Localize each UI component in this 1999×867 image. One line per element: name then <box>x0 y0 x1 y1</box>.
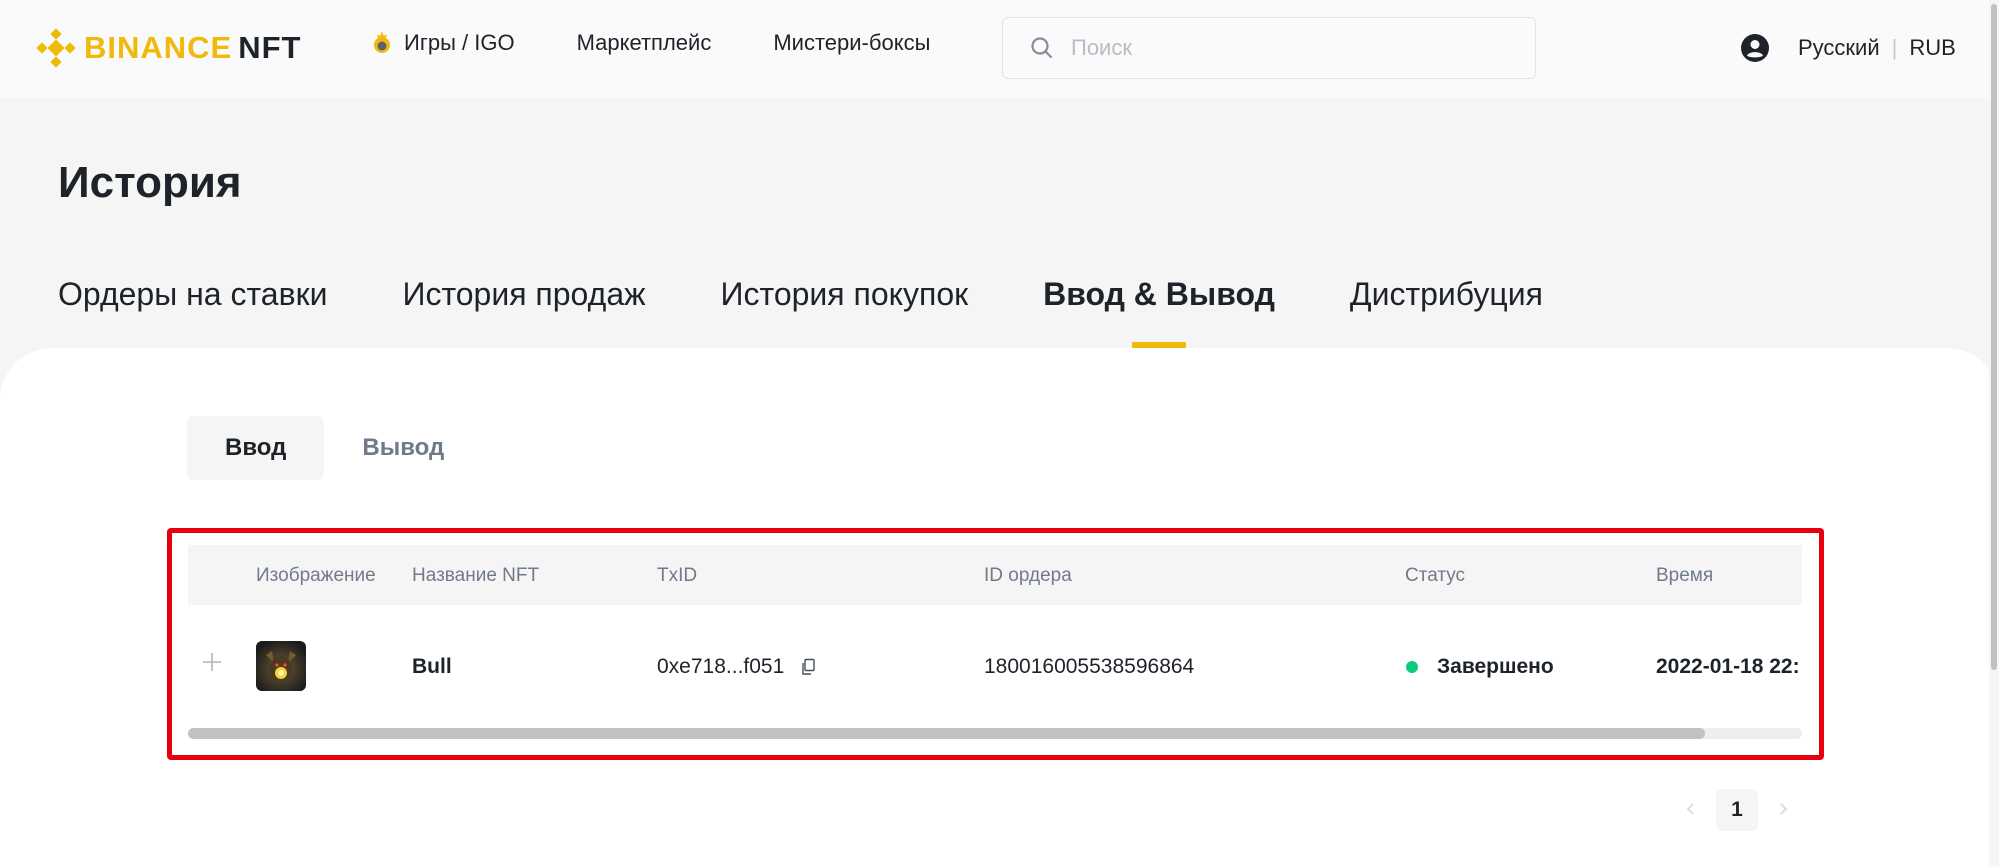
main-nav: Игры / IGO Маркетплейс Мистери-боксы <box>370 30 992 56</box>
subtab-withdraw[interactable]: Вывод <box>324 416 482 480</box>
binance-nft-logo[interactable]: BINANCE NFT <box>36 28 302 68</box>
search-input[interactable] <box>1071 35 1511 61</box>
nav-item-mystery-boxes[interactable]: Мистери-боксы <box>773 30 930 56</box>
tab-deposit-withdraw[interactable]: Ввод & Вывод <box>1043 276 1275 348</box>
history-tabs: Ордеры на ставки История продаж История … <box>58 276 1618 348</box>
binance-logo-icon <box>36 28 76 68</box>
nav-item-games-igo[interactable]: Игры / IGO <box>370 30 515 56</box>
search-box[interactable] <box>1002 17 1536 79</box>
igo-flame-icon <box>374 31 390 53</box>
scrollbar-thumb[interactable] <box>1991 4 1997 670</box>
search-icon <box>1031 37 1053 59</box>
page-title: История <box>58 158 242 207</box>
tab-bid-orders[interactable]: Ордеры на ставки <box>58 276 327 348</box>
tab-sales-history[interactable]: История продаж <box>402 276 645 348</box>
nav-item-label: Игры / IGO <box>404 30 515 55</box>
separator: | <box>1891 35 1898 60</box>
currency-label[interactable]: RUB <box>1909 35 1955 61</box>
deposit-withdraw-toggle: Ввод Вывод <box>187 416 482 480</box>
language-currency-selector[interactable]: Русский | RUB <box>1798 35 1956 61</box>
language-label[interactable]: Русский <box>1798 35 1880 61</box>
tab-distribution[interactable]: Дистрибуция <box>1350 276 1543 348</box>
page-vertical-scrollbar[interactable] <box>1989 0 1999 867</box>
account-icon[interactable] <box>1740 33 1770 63</box>
subtab-deposit[interactable]: Ввод <box>187 416 325 480</box>
top-header: BINANCE NFT Игры / IGO Маркетплейс Мистер… <box>0 0 1999 98</box>
nav-item-label: Маркетплейс <box>576 30 712 55</box>
tab-purchase-history[interactable]: История покупок <box>721 276 969 348</box>
pagination-page-1[interactable]: 1 <box>1716 789 1758 831</box>
brand-name: BINANCE NFT <box>84 30 302 65</box>
nav-item-label: Мистери-боксы <box>773 30 931 55</box>
chevron-right-icon[interactable] <box>1775 799 1791 819</box>
chevron-left-icon[interactable] <box>1683 799 1699 819</box>
highlight-box <box>167 528 1824 760</box>
nav-item-marketplace[interactable]: Маркетплейс <box>577 30 712 56</box>
